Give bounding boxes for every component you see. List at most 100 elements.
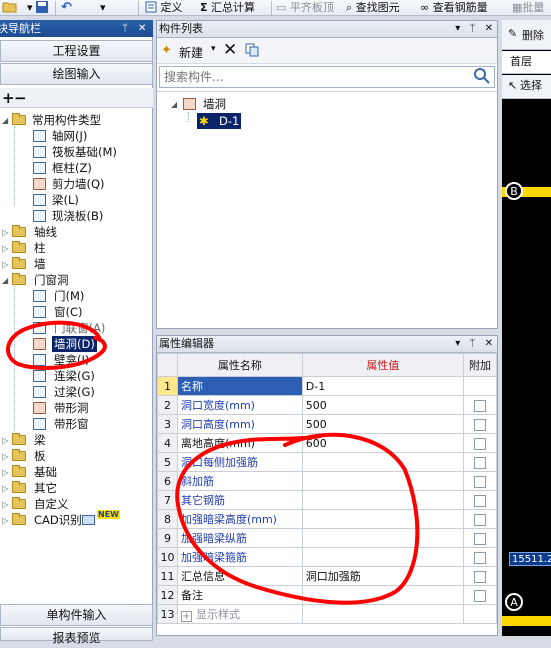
expand-icon[interactable]: ▷ xyxy=(2,516,9,525)
pin-icon[interactable]: ᛘ xyxy=(122,20,128,37)
table-row[interactable]: 5 洞口每侧加强筋 xyxy=(157,452,497,472)
table-row[interactable]: 11 汇总信息 洞口加强筋 xyxy=(157,566,497,586)
property-value-input[interactable] xyxy=(301,585,465,605)
summary-calc-label: 汇总计算 xyxy=(211,1,256,14)
attach-checkbox[interactable] xyxy=(474,418,486,431)
attach-checkbox[interactable] xyxy=(474,551,486,564)
table-row[interactable]: 3 洞口高度(mm) 500 xyxy=(157,414,497,434)
summary-calc-button[interactable]: Σ 汇总计算 xyxy=(200,0,255,16)
attach-checkbox[interactable] xyxy=(474,475,486,488)
property-value-input[interactable]: D-1 xyxy=(301,376,465,396)
collapse-all-icon[interactable]: − xyxy=(14,89,27,107)
table-row[interactable]: 7 其它钢筋 xyxy=(157,490,497,510)
property-value-input[interactable]: 500 xyxy=(301,414,465,434)
attach-checkbox[interactable] xyxy=(474,532,486,545)
table-row[interactable]: 4 离地高度(mm) 600 xyxy=(157,433,497,453)
property-value-input[interactable]: 500 xyxy=(301,395,465,415)
attach-checkbox[interactable] xyxy=(474,437,486,450)
table-row[interactable]: 2 洞口宽度(mm) 500 xyxy=(157,395,497,415)
attach-checkbox[interactable] xyxy=(474,494,486,507)
dropdown-icon[interactable]: ▾ xyxy=(455,338,460,349)
batch-button[interactable]: ▦批量 xyxy=(512,0,544,16)
close-icon[interactable]: ✕ xyxy=(485,338,493,349)
table-row[interactable]: 1 名称 D-1 xyxy=(157,376,497,396)
tree-label: 壁龛(I) xyxy=(54,353,90,367)
table-row[interactable]: 9 加强暗梁纵筋 xyxy=(157,528,497,548)
folder-icon xyxy=(12,257,26,269)
component-type-tree: ◢ 常用构件类型 轴网(J) 筏板基础(M) 框柱(Z) 剪力墙(Q) 梁(L)… xyxy=(0,110,153,600)
property-value-input[interactable] xyxy=(301,604,465,624)
attach-checkbox[interactable] xyxy=(474,456,486,469)
delete-button[interactable]: 删除 xyxy=(522,27,544,43)
expand-icon[interactable]: ▷ xyxy=(2,484,9,493)
close-icon[interactable]: ✕ xyxy=(138,20,146,37)
dropdown-arrow-icon[interactable]: ▾ xyxy=(27,0,33,16)
expand-icon[interactable]: ▷ xyxy=(2,468,9,477)
tree-label: 板 xyxy=(34,449,46,463)
folder-icon xyxy=(12,465,26,477)
collapse-icon[interactable]: ◢ xyxy=(2,116,9,125)
find-element-label: 查找图元 xyxy=(355,1,400,14)
attach-cell xyxy=(463,471,497,491)
table-row[interactable]: 12 备注 xyxy=(157,585,497,605)
property-value-input[interactable] xyxy=(301,490,465,510)
level-slab-icon: ▭ xyxy=(276,1,287,14)
expand-icon[interactable]: + xyxy=(180,611,192,622)
property-value-input[interactable] xyxy=(301,509,465,529)
table-row[interactable]: 13 + 显示样式 xyxy=(157,604,497,624)
expand-icon[interactable]: ▷ xyxy=(2,260,9,269)
attach-checkbox[interactable] xyxy=(474,399,486,412)
property-name[interactable]: + 显示样式 xyxy=(176,604,303,624)
level-slab-top-button[interactable]: ▭ 平齐板顶 xyxy=(276,0,334,16)
undo-icon[interactable]: ↶ xyxy=(61,0,72,16)
property-name: 加强暗梁纵筋 xyxy=(176,528,303,548)
close-icon[interactable]: ✕ xyxy=(485,23,493,34)
tree-node-d1[interactable]: ✱ D-1 xyxy=(197,113,241,129)
open-folder-icon[interactable] xyxy=(2,0,20,16)
drawing-canvas[interactable]: ✎ 删除 首层 ↖ 选择 B 15511.2 A xyxy=(502,20,551,636)
search-icon[interactable] xyxy=(473,67,493,87)
table-row[interactable]: 6 斜加筋 xyxy=(157,471,497,491)
property-value-input[interactable] xyxy=(301,547,465,567)
pin-icon[interactable]: ᛘ xyxy=(469,338,475,349)
floor-selector[interactable]: 首层 xyxy=(502,51,551,74)
new-icon[interactable]: ✦ xyxy=(161,43,172,58)
expand-icon[interactable]: ▷ xyxy=(2,500,9,509)
attach-checkbox[interactable] xyxy=(474,589,486,602)
expand-icon[interactable]: ▷ xyxy=(2,436,9,445)
tree-label: 柱 xyxy=(34,241,46,255)
delete-icon[interactable]: ✕ xyxy=(223,40,237,60)
property-value-input[interactable] xyxy=(301,452,465,472)
batch-label: 批量 xyxy=(522,1,545,14)
pin-icon[interactable]: ᛘ xyxy=(469,23,475,34)
new-button[interactable]: 新建 xyxy=(179,44,203,61)
collapse-icon[interactable]: ◢ xyxy=(171,100,178,109)
dropdown-icon[interactable]: ▾ xyxy=(455,23,460,34)
view-rebar-button[interactable]: ∞ 查看钢筋量 xyxy=(420,0,488,16)
search-input[interactable] xyxy=(159,66,495,88)
collapse-icon[interactable]: ◢ xyxy=(2,276,9,285)
expand-icon[interactable]: ▷ xyxy=(2,244,9,253)
find-element-button[interactable]: ⌕ 查找图元 xyxy=(346,0,400,16)
property-value-input[interactable]: 洞口加强筋 xyxy=(301,566,465,586)
expand-icon[interactable]: ▷ xyxy=(2,228,9,237)
table-row[interactable]: 8 加强暗梁高度(mm) xyxy=(157,509,497,529)
attach-checkbox[interactable] xyxy=(474,513,486,526)
expand-icon[interactable]: ▷ xyxy=(2,452,9,461)
table-row[interactable]: 10 加强暗梁箍筋 xyxy=(157,547,497,567)
report-preview-button[interactable]: 报表预览 xyxy=(0,627,153,645)
select-button[interactable]: ↖ 选择 xyxy=(502,75,551,99)
define-button[interactable]: 定义 xyxy=(145,0,183,16)
property-value-input[interactable] xyxy=(301,528,465,548)
new-dropdown-icon[interactable]: ▾ xyxy=(211,44,216,54)
save-icon[interactable] xyxy=(35,0,49,16)
project-settings-button[interactable]: 工程设置 xyxy=(0,40,153,62)
expand-all-icon[interactable]: + xyxy=(2,89,15,107)
copy-icon[interactable] xyxy=(245,43,259,60)
drawing-input-button[interactable]: 绘图输入 xyxy=(0,63,153,85)
single-component-input-button[interactable]: 单构件输入 xyxy=(0,604,153,626)
property-value-input[interactable]: 600 xyxy=(301,433,465,453)
attach-checkbox[interactable] xyxy=(474,570,486,583)
property-value-input[interactable] xyxy=(301,471,465,491)
undo-dropdown-icon[interactable]: ▾ xyxy=(100,0,106,16)
